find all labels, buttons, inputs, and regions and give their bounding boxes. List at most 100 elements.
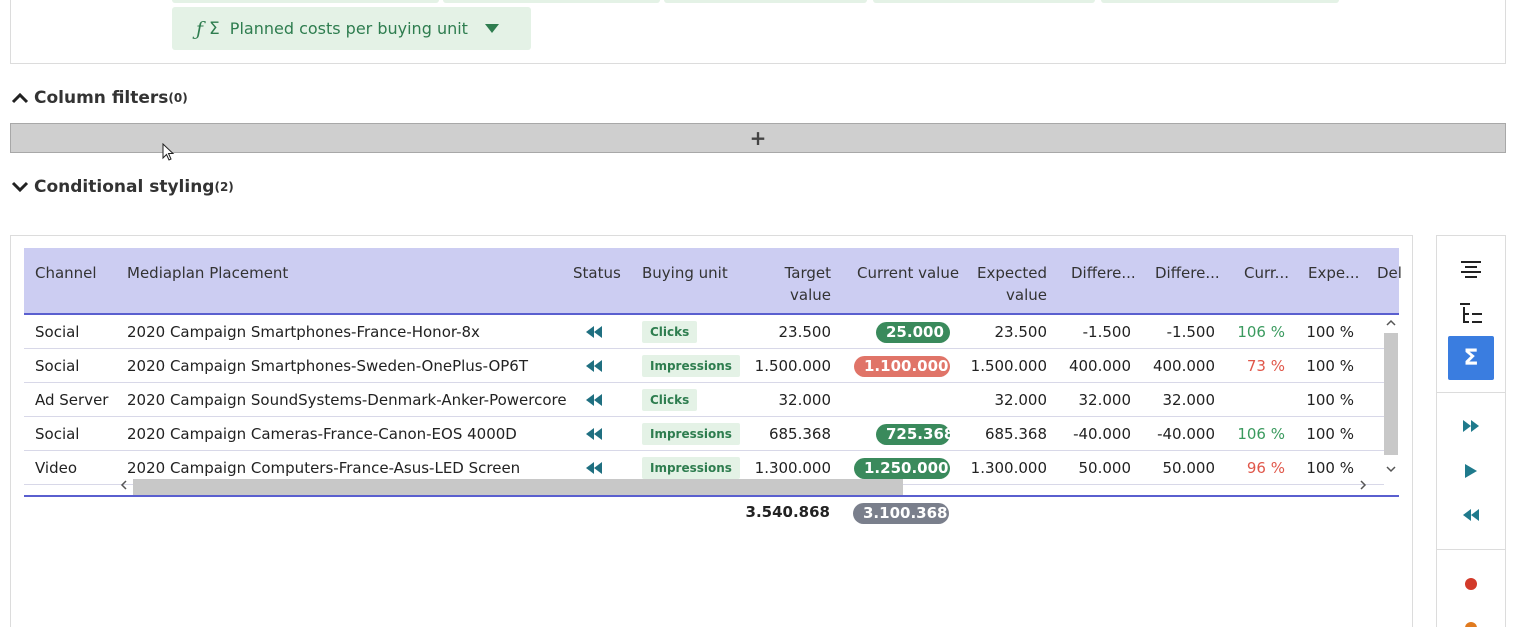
- filter-chip-stub[interactable]: [1101, 0, 1339, 3]
- add-column-filter-button[interactable]: +: [10, 123, 1506, 153]
- orange-status-dot[interactable]: [1465, 622, 1477, 627]
- tree-indent-button[interactable]: [1448, 292, 1494, 336]
- buying-unit-chip: Impressions: [642, 355, 740, 377]
- rewind-status-icon[interactable]: [585, 326, 603, 338]
- planned-costs-chip[interactable]: ƒ Σ Planned costs per buying unit: [172, 7, 531, 50]
- vertical-scroll-thumb[interactable]: [1384, 333, 1398, 455]
- cell-expected-pct: 100 %: [1306, 323, 1354, 341]
- red-status-dot[interactable]: [1465, 578, 1477, 590]
- footer-divider: [24, 495, 1399, 497]
- buying-unit-chip: Impressions: [642, 457, 740, 479]
- cell-target-value: 23.500: [778, 323, 832, 341]
- cell-difference-1: -1.500: [1082, 323, 1131, 341]
- fast-forward-button[interactable]: [1448, 404, 1494, 448]
- current-value-pill: 1.250.000: [854, 458, 950, 479]
- header-status[interactable]: Status: [573, 262, 621, 284]
- caret-down-icon[interactable]: [485, 24, 499, 33]
- header-expected-line2: value: [1006, 286, 1047, 304]
- column-filters-header[interactable]: Column filters (0): [10, 88, 188, 108]
- cell-expected-pct: 100 %: [1306, 357, 1354, 375]
- header-channel[interactable]: Channel: [35, 262, 97, 284]
- cell-difference-1: -40.000: [1073, 425, 1131, 443]
- cell-expected-value: 1.500.000: [970, 357, 1047, 375]
- column-filters-title: Column filters: [34, 88, 169, 108]
- cell-placement: 2020 Campaign Cameras-France-Canon-EOS 4…: [127, 425, 517, 443]
- conditional-styling-title: Conditional styling: [34, 177, 215, 197]
- buying-unit-chip: Clicks: [642, 389, 698, 411]
- table-row[interactable]: Social 2020 Campaign Cameras-France-Canon…: [24, 417, 1384, 451]
- current-value-pill: 725.368: [876, 424, 954, 445]
- cell-expected-pct: 100 %: [1306, 425, 1354, 443]
- filter-chip-stub[interactable]: [873, 0, 1095, 3]
- cell-channel: Social: [35, 425, 80, 443]
- toolbar-separator: [1437, 392, 1505, 393]
- toolbar-separator: [1437, 549, 1505, 550]
- conditional-styling-header[interactable]: Conditional styling (2): [10, 177, 234, 197]
- total-target-value: 3.540.868: [745, 503, 830, 521]
- plus-icon: +: [749, 126, 767, 150]
- conditional-styling-count: (2): [214, 180, 234, 194]
- filter-chip-stub[interactable]: [664, 0, 867, 3]
- rewind-status-icon[interactable]: [585, 360, 603, 372]
- cell-expected-value: 23.500: [994, 323, 1048, 341]
- cell-channel: Ad Server: [35, 391, 109, 409]
- grouping-panel: ƒ Σ Planned costs per buying unit: [10, 0, 1506, 64]
- sigma-icon: Σ: [209, 18, 220, 39]
- function-icon: ƒ: [196, 17, 204, 40]
- rewind-status-icon[interactable]: [585, 394, 603, 406]
- grid-header: Channel Mediaplan Placement Status Buyin…: [24, 248, 1402, 315]
- header-difference-1[interactable]: Differe...: [1071, 262, 1136, 284]
- table-row[interactable]: Social 2020 Campaign Smartphones-Sweden-O…: [24, 349, 1384, 383]
- buying-unit-chip: Impressions: [642, 423, 740, 445]
- header-expected-value[interactable]: Expected value: [966, 262, 1047, 306]
- cell-current-pct: 106 %: [1237, 323, 1285, 341]
- align-center-icon: [1461, 261, 1481, 278]
- header-target-line2: value: [790, 286, 831, 304]
- header-buying-unit[interactable]: Buying unit: [642, 262, 728, 284]
- header-expected-line1: Expected: [977, 264, 1047, 282]
- mouse-cursor-icon: [162, 143, 175, 161]
- header-expected-pct[interactable]: Expe...: [1308, 262, 1359, 284]
- header-target-line1: Target: [784, 264, 831, 282]
- header-placement[interactable]: Mediaplan Placement: [127, 262, 288, 284]
- current-value-pill: 1.100.000: [854, 356, 950, 377]
- rewind-button[interactable]: [1448, 493, 1494, 537]
- cell-placement: 2020 Campaign SoundSystems-Denmark-Anker…: [127, 391, 567, 409]
- rewind-status-icon[interactable]: [585, 462, 603, 474]
- cell-difference-1: 32.000: [1078, 391, 1132, 409]
- data-grid-panel: Channel Mediaplan Placement Status Buyin…: [10, 235, 1413, 627]
- cell-expected-value: 685.368: [984, 425, 1047, 443]
- total-current-value: 3.100.368: [853, 503, 949, 524]
- cell-channel: Social: [35, 357, 80, 375]
- filter-chip-stub[interactable]: [443, 0, 660, 3]
- table-row[interactable]: Ad Server 2020 Campaign SoundSystems-Denm…: [24, 383, 1384, 417]
- fast-forward-icon: [1463, 420, 1479, 432]
- chevron-down-icon: [11, 181, 29, 193]
- cell-current-pct: 106 %: [1237, 425, 1285, 443]
- chip-label: Planned costs per buying unit: [229, 19, 468, 38]
- right-toolbar: Σ: [1436, 235, 1506, 627]
- filter-chip-stub[interactable]: [172, 0, 439, 3]
- rewind-status-icon[interactable]: [585, 428, 603, 440]
- align-center-button[interactable]: [1448, 248, 1494, 292]
- cell-difference-2: -1.500: [1166, 323, 1215, 341]
- cell-difference-2: -40.000: [1157, 425, 1215, 443]
- header-current-pct[interactable]: Curr...: [1244, 262, 1289, 284]
- rewind-icon: [1463, 509, 1479, 521]
- cell-target-value: 32.000: [778, 391, 832, 409]
- header-del[interactable]: Del: [1377, 262, 1402, 284]
- horizontal-scroll-thumb[interactable]: [133, 479, 903, 495]
- table-row[interactable]: Social 2020 Campaign Smartphones-France-H…: [24, 315, 1384, 349]
- cell-channel: Video: [35, 459, 78, 477]
- cell-difference-1: 400.000: [1068, 357, 1131, 375]
- header-difference-2[interactable]: Differe...: [1155, 262, 1220, 284]
- cell-expected-value: 32.000: [994, 391, 1048, 409]
- header-target-value[interactable]: Target value: [751, 262, 831, 306]
- cell-placement: 2020 Campaign Smartphones-Sweden-OnePlus…: [127, 357, 529, 375]
- current-value-pill: 25.000: [876, 322, 950, 343]
- header-current-value[interactable]: Current value: [857, 262, 959, 284]
- play-button[interactable]: [1448, 449, 1494, 493]
- sigma-totals-button[interactable]: Σ: [1448, 336, 1494, 380]
- cell-placement: 2020 Campaign Smartphones-France-Honor-8…: [127, 323, 480, 341]
- cell-channel: Social: [35, 323, 80, 341]
